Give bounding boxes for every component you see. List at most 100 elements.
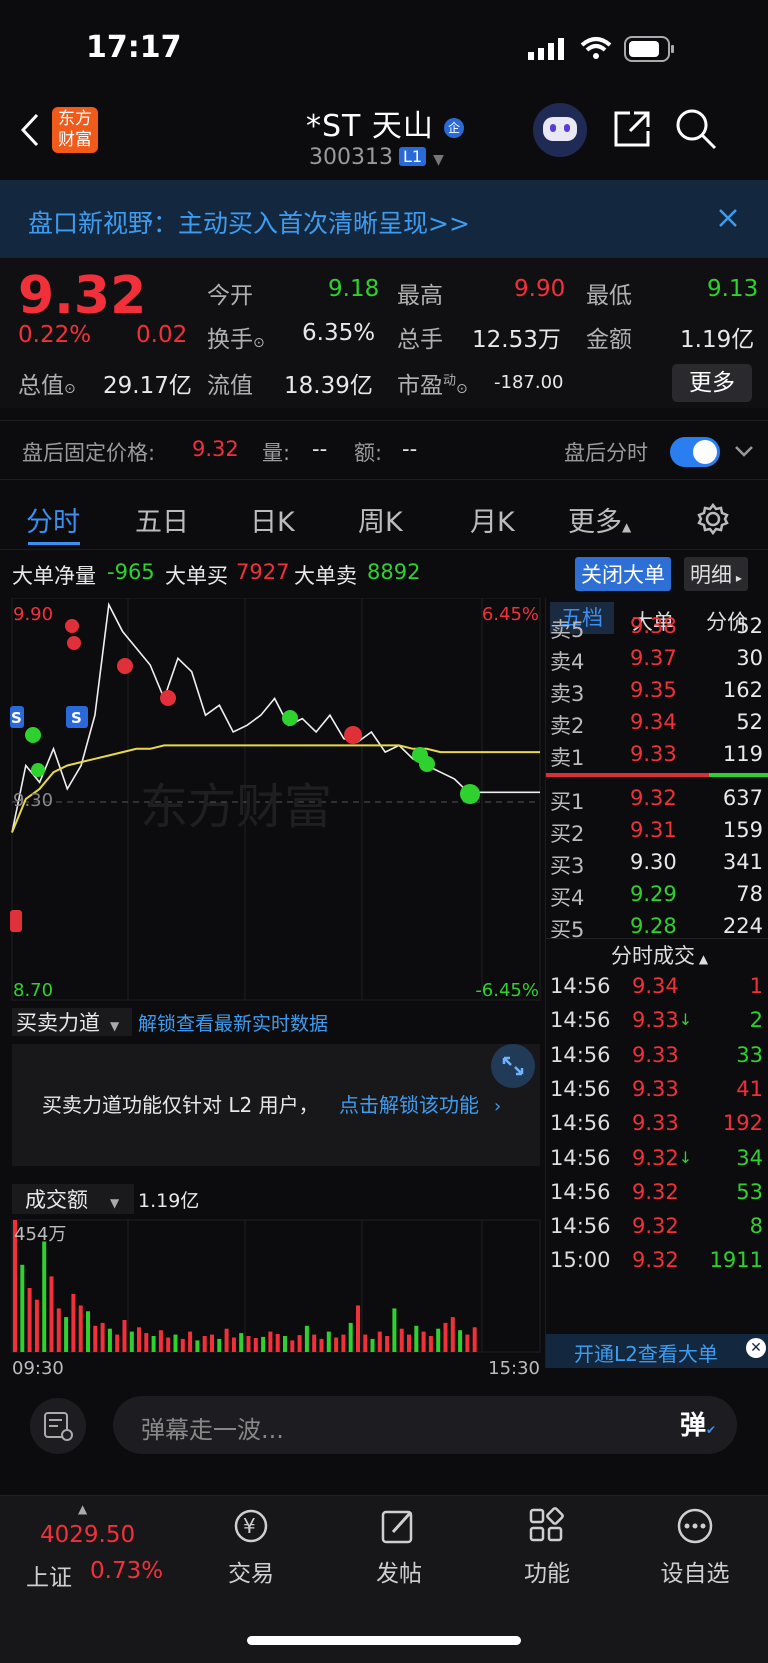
volume-bar (246, 1336, 251, 1352)
after-hours-label: 盘后固定价格: (22, 441, 156, 465)
more-dots-icon (677, 1508, 713, 1544)
tab-daily-k[interactable]: 日K (250, 500, 295, 539)
force-lock-message: 买卖力道功能仅针对 L2 用户， (42, 1093, 319, 1117)
caret-up-icon: ▲ (78, 1502, 88, 1516)
open-label: 今开 (207, 283, 253, 309)
volume-bar (86, 1311, 90, 1352)
tick-row: 14:56 9.33 33 (550, 1042, 763, 1067)
l2-banner[interactable]: 开通L2查看大单 ✕ (546, 1334, 768, 1368)
volume-bar (239, 1333, 244, 1352)
close-big-orders-button[interactable]: 关闭大单 (575, 557, 671, 591)
big-order-dot (460, 784, 480, 804)
volume-bar (275, 1334, 280, 1352)
volume-bar (458, 1330, 463, 1352)
after-hours-toggle[interactable] (670, 437, 720, 467)
open-value: 9.18 (328, 276, 380, 302)
volume-bar (450, 1317, 455, 1352)
price-mid-label: 9.30 (13, 790, 53, 811)
after-hours-amt-label: 额: (354, 441, 383, 465)
net-value: -965 (107, 560, 155, 584)
volume-bar (407, 1334, 411, 1352)
turnover-label: 换手⊙ (207, 327, 265, 353)
amount-value: 1.19亿 (680, 327, 755, 353)
share-icon[interactable] (612, 109, 652, 149)
detail-button[interactable]: 明细 ▸ (684, 557, 748, 591)
index-ticker[interactable]: ▲ 4029.50 上证 0.73% (26, 1502, 170, 1594)
volume-bar (261, 1336, 266, 1352)
change-pct: 0.22% (18, 322, 92, 348)
search-icon[interactable] (674, 107, 718, 151)
watermark: 东方财富 (140, 781, 332, 834)
last-price: 9.32 (18, 266, 147, 326)
volume-bar (180, 1338, 185, 1352)
promo-banner[interactable]: 盘口新视野：主动买入首次清晰呈现>> (0, 180, 768, 258)
caret-down-icon: ▼ (110, 1019, 120, 1033)
close-icon[interactable]: ✕ (746, 1338, 766, 1358)
robot-avatar-icon[interactable] (533, 103, 587, 157)
intraday-chart[interactable]: 东方财富 9.90 9.30 8.70 6.45% -6.45% S S 买卖力… (0, 597, 545, 1379)
tab-five-day[interactable]: 五日 (135, 500, 189, 539)
volume-bar (78, 1305, 83, 1352)
quote-panel: 9.32 0.22% 0.02 总值⊙ 29.17亿 今开 9.18 最高 9.… (0, 258, 768, 408)
nav-watchlist[interactable]: 设自选 (640, 1506, 750, 1588)
volume-bar (348, 1322, 353, 1352)
ask-row: 卖5 9.38 52 (550, 614, 763, 642)
pct-top-label: 6.45% (482, 604, 539, 625)
big-order-dot (67, 636, 81, 650)
big-order-dot (282, 710, 298, 726)
tab-intraday[interactable]: 分时 (26, 500, 80, 539)
chevron-down-icon[interactable] (734, 445, 754, 457)
time-start-label: 09:30 (12, 1358, 64, 1378)
home-indicator (247, 1636, 521, 1645)
enterprise-badge: 企 (444, 118, 465, 138)
turnover-value: 6.35% (302, 320, 376, 346)
nav-post[interactable]: 发帖 (344, 1506, 454, 1588)
tab-more[interactable]: 更多▲ (568, 500, 631, 539)
volume-bar (414, 1325, 419, 1352)
big-order-dot (25, 727, 41, 743)
volume-bar (64, 1317, 69, 1352)
volume-bar (392, 1308, 397, 1352)
volume-bar (100, 1322, 105, 1352)
pe-label: 市盈动⊙ (397, 373, 468, 399)
high-value: 9.90 (514, 276, 566, 302)
nav-functions[interactable]: 功能 (492, 1506, 602, 1588)
after-hours-toggle-label: 盘后分时 (564, 441, 648, 465)
volume-bar (356, 1305, 360, 1352)
after-hours-price: 9.32 (192, 437, 239, 461)
volume-bar (56, 1308, 61, 1352)
ticks-title[interactable]: 分时成交 ▲ (611, 940, 708, 970)
ask-row: 卖4 9.37 30 (550, 646, 763, 674)
close-icon[interactable] (718, 208, 738, 228)
tab-monthly-k[interactable]: 月K (470, 500, 515, 539)
volume-bar (428, 1336, 433, 1352)
volume-bar (115, 1334, 120, 1352)
edit-icon (381, 1510, 413, 1544)
bid-row: 买3 9.30 341 (550, 850, 763, 878)
nav-trade[interactable]: ¥ 交易 (196, 1506, 306, 1588)
volume-bar (42, 1241, 47, 1352)
danmu-input[interactable]: 弹幕走一波... 弹✔ (113, 1396, 737, 1454)
settings-gear-icon[interactable] (696, 502, 730, 536)
tab-weekly-k[interactable]: 周K (358, 500, 403, 539)
message-icon[interactable] (30, 1398, 86, 1454)
volume-bar (93, 1325, 98, 1352)
volume-total: 1.19亿 (138, 1190, 199, 1212)
trade-yen-icon: ¥ (234, 1509, 268, 1543)
more-button[interactable]: 更多 (672, 364, 752, 402)
big-buy-label: 大单买 (165, 564, 228, 588)
bid-ask-ratio-bar (546, 773, 768, 777)
float-label: 流值 (207, 373, 253, 399)
back-icon[interactable] (20, 113, 40, 147)
stock-title: *ST 天山 企 (306, 101, 465, 145)
volume-bar (71, 1293, 76, 1352)
stock-code[interactable]: 300313 L1 ▼ (309, 145, 444, 170)
send-danmu-button[interactable]: 弹✔ (673, 1404, 723, 1448)
volume-bar (341, 1334, 346, 1352)
volume-label: 总手 (397, 327, 443, 353)
volume-bar (436, 1328, 441, 1352)
volume-bar (49, 1276, 54, 1352)
volume-bar (107, 1328, 112, 1352)
tab-underline (28, 542, 80, 545)
volume-bar (283, 1336, 287, 1352)
